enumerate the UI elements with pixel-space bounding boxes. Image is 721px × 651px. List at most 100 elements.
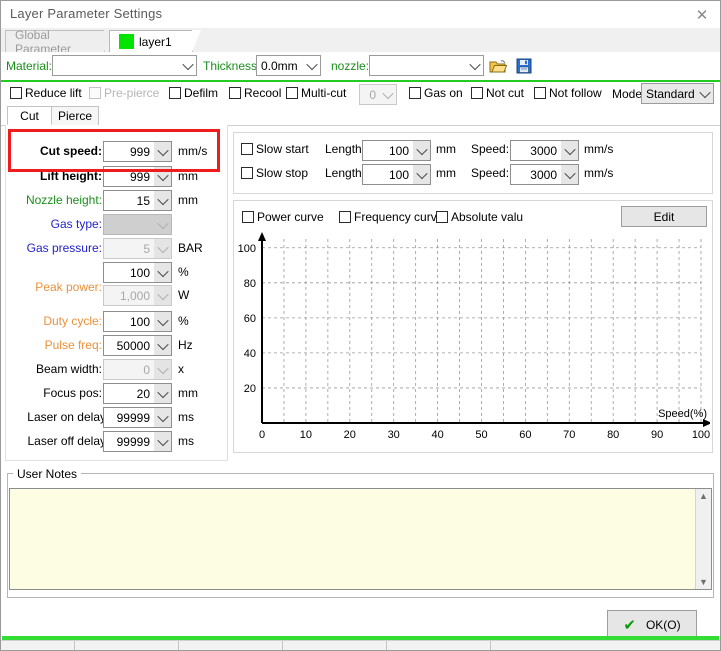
slow-start-length-input[interactable]: 100 bbox=[362, 140, 431, 161]
param-unit-lift-height: mm bbox=[178, 169, 198, 183]
tab-layer1[interactable]: layer1 bbox=[109, 30, 201, 52]
checkbox-slow-start[interactable]: Slow start bbox=[241, 142, 309, 156]
power-curve-chart[interactable]: 20 40 60 80 100 0 10 20 30 40 50 60 70 80 90 100 Speed(%… bbox=[236, 231, 712, 451]
checkbox-power-curve[interactable]: Power curve bbox=[242, 210, 324, 224]
param-label-gas-pressure: Gas pressure: bbox=[26, 241, 102, 255]
chevron-down-icon[interactable]: ▼ bbox=[696, 575, 711, 589]
chevron-down-icon[interactable] bbox=[154, 408, 171, 427]
param-unit-cut-speed: mm/s bbox=[178, 144, 208, 158]
slow-start-speed-value: 3000 bbox=[530, 143, 557, 158]
param-row-laser-off-delay: Laser off delay 99999 ms bbox=[6, 431, 227, 453]
chevron-down-icon bbox=[466, 56, 483, 75]
param-row-pulse-freq: Pulse freq: 50000 Hz bbox=[6, 335, 227, 357]
checkbox-defilm[interactable]: Defilm bbox=[169, 86, 218, 100]
param-unit-beam-width: x bbox=[178, 362, 184, 376]
chevron-up-icon[interactable]: ▲ bbox=[696, 489, 711, 503]
checkbox-frequency-curve[interactable]: Frequency curv bbox=[339, 210, 437, 224]
tab-layer1-label: layer1 bbox=[139, 34, 172, 49]
param-row-gas-pressure: Gas pressure: 5 BAR bbox=[6, 238, 227, 260]
chevron-down-icon[interactable] bbox=[154, 167, 171, 186]
chevron-down-icon[interactable] bbox=[154, 336, 171, 355]
checkbox-multi-cut-label: Multi-cut bbox=[301, 86, 347, 100]
close-icon[interactable]: ✕ bbox=[690, 5, 714, 25]
thickness-select[interactable]: 0.0mm bbox=[256, 55, 321, 76]
chevron-down-icon[interactable] bbox=[561, 165, 578, 184]
param-row-focus-pos: Focus pos: 20 mm bbox=[6, 383, 227, 405]
checkbox-absolute-value[interactable]: Absolute valu bbox=[436, 210, 523, 224]
chevron-down-icon[interactable] bbox=[154, 384, 171, 403]
chevron-down-icon[interactable] bbox=[413, 141, 430, 160]
svg-text:100: 100 bbox=[692, 429, 710, 441]
svg-text:90: 90 bbox=[651, 429, 663, 441]
chevron-down-icon bbox=[179, 56, 196, 75]
param-input-nozzle-height[interactable]: 15 bbox=[103, 190, 172, 211]
checkbox-not-cut-label: Not cut bbox=[486, 86, 525, 100]
param-value-cut-speed: 999 bbox=[129, 144, 150, 159]
tab-global-parameter[interactable]: Global Parameter bbox=[5, 28, 113, 56]
param-input-focus-pos[interactable]: 20 bbox=[103, 383, 172, 404]
param-label-gas-type: Gas type: bbox=[50, 217, 102, 231]
chevron-down-icon[interactable] bbox=[154, 312, 171, 331]
slow-start-length-label: Length: bbox=[325, 142, 366, 156]
chevron-down-icon bbox=[154, 239, 171, 258]
checkbox-reduce-lift[interactable]: Reduce lift bbox=[10, 86, 82, 100]
checkbox-multi-cut[interactable]: Multi-cut bbox=[286, 86, 346, 100]
status-bar bbox=[1, 640, 720, 650]
checkbox-box bbox=[339, 211, 351, 223]
curve-panel: Power curve Frequency curv Absolute valu… bbox=[233, 200, 713, 453]
slow-stop-speed-input[interactable]: 3000 bbox=[510, 164, 579, 185]
tab-pierce[interactable]: Pierce bbox=[51, 106, 99, 125]
param-input-laser-on-delay[interactable]: 99999 bbox=[103, 407, 172, 428]
param-value-laser-off-delay: 99999 bbox=[116, 434, 150, 449]
chevron-down-icon[interactable] bbox=[154, 142, 171, 161]
slow-start-speed-unit: mm/s bbox=[584, 142, 614, 156]
param-input-gas-pressure: 5 bbox=[103, 238, 172, 259]
slow-start-row: Slow start Length: 100 mm Speed: 3000 mm… bbox=[234, 139, 714, 163]
svg-text:100: 100 bbox=[238, 243, 256, 255]
material-select[interactable] bbox=[52, 55, 197, 76]
chart-svg: 20 40 60 80 100 0 10 20 30 40 50 60 70 80 90 100 Speed(%… bbox=[238, 232, 712, 441]
parameter-tab-strip: Global Parameter layer1 bbox=[1, 28, 720, 56]
param-value-pulse-freq: 50000 bbox=[116, 338, 150, 353]
param-input-peak-power-percent[interactable]: 100 bbox=[103, 262, 172, 283]
param-input-pulse-freq[interactable]: 50000 bbox=[103, 335, 172, 356]
param-unit-pulse-freq: Hz bbox=[178, 338, 193, 352]
param-label-lift-height: Lift height: bbox=[40, 169, 102, 183]
param-input-laser-off-delay[interactable]: 99999 bbox=[103, 431, 172, 452]
param-input-lift-height[interactable]: 999 bbox=[103, 166, 172, 187]
slow-stop-length-input[interactable]: 100 bbox=[362, 164, 431, 185]
save-disk-icon[interactable] bbox=[513, 55, 535, 76]
folder-open-icon[interactable] bbox=[487, 55, 509, 76]
mode-select-value: Standard bbox=[646, 86, 695, 101]
checkbox-gas-on[interactable]: Gas on bbox=[409, 86, 463, 100]
param-value-focus-pos: 20 bbox=[136, 386, 150, 401]
param-unit-laser-off-delay: ms bbox=[178, 434, 194, 448]
checkbox-slow-stop[interactable]: Slow stop bbox=[241, 166, 308, 180]
mode-select[interactable]: Standard bbox=[641, 83, 714, 104]
checkbox-pre-pierce: Pre-pierce bbox=[89, 86, 159, 100]
checkbox-not-cut[interactable]: Not cut bbox=[471, 86, 524, 100]
chevron-down-icon[interactable] bbox=[561, 141, 578, 160]
param-input-duty-cycle[interactable]: 100 bbox=[103, 311, 172, 332]
slow-start-speed-label: Speed: bbox=[471, 142, 510, 156]
param-row-peak-power-watt: Peak power: 1,000 W bbox=[6, 280, 227, 307]
chevron-down-icon[interactable] bbox=[154, 191, 171, 210]
checkbox-box bbox=[89, 87, 101, 99]
edit-button[interactable]: Edit bbox=[621, 206, 707, 227]
checkbox-recool[interactable]: Recool bbox=[229, 86, 281, 100]
checkbox-box bbox=[242, 211, 254, 223]
slow-start-speed-input[interactable]: 3000 bbox=[510, 140, 579, 161]
slow-stop-speed-value: 3000 bbox=[530, 167, 557, 182]
param-input-cut-speed[interactable]: 999 bbox=[103, 141, 172, 162]
tab-cut[interactable]: Cut bbox=[7, 106, 52, 125]
chevron-down-icon[interactable] bbox=[154, 432, 171, 451]
nozzle-select[interactable] bbox=[369, 55, 484, 76]
notes-scrollbar[interactable]: ▲ ▼ bbox=[695, 489, 711, 589]
tab-pierce-label: Pierce bbox=[57, 109, 92, 123]
checkbox-not-follow[interactable]: Not follow bbox=[534, 86, 602, 100]
param-value-laser-on-delay: 99999 bbox=[116, 410, 150, 425]
user-notes-input[interactable]: ▲ ▼ bbox=[9, 488, 712, 590]
chevron-down-icon[interactable] bbox=[413, 165, 430, 184]
slow-stop-length-label: Length: bbox=[325, 166, 366, 180]
chevron-down-icon[interactable] bbox=[154, 263, 171, 282]
